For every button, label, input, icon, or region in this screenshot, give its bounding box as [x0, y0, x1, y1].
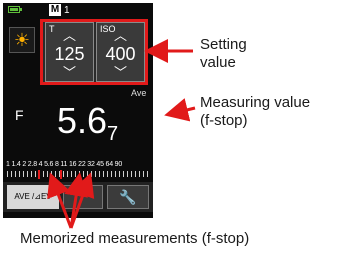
memorized-annotation: Memorized measurements (f-stop): [20, 230, 250, 247]
setting-annotation-line2: value: [200, 54, 236, 71]
memorized-arrow-1: [47, 172, 73, 229]
setting-value-annotation: Setting value: [200, 36, 247, 72]
measuring-annotation-line2: (f-stop): [200, 112, 248, 129]
setting-annotation-line1: Setting: [200, 36, 247, 53]
measuring-annotation-line1: Measuring value: [200, 94, 311, 111]
measuring-value-annotation: Measuring value (f-stop): [200, 94, 310, 130]
measuring-arrow: [164, 98, 196, 122]
